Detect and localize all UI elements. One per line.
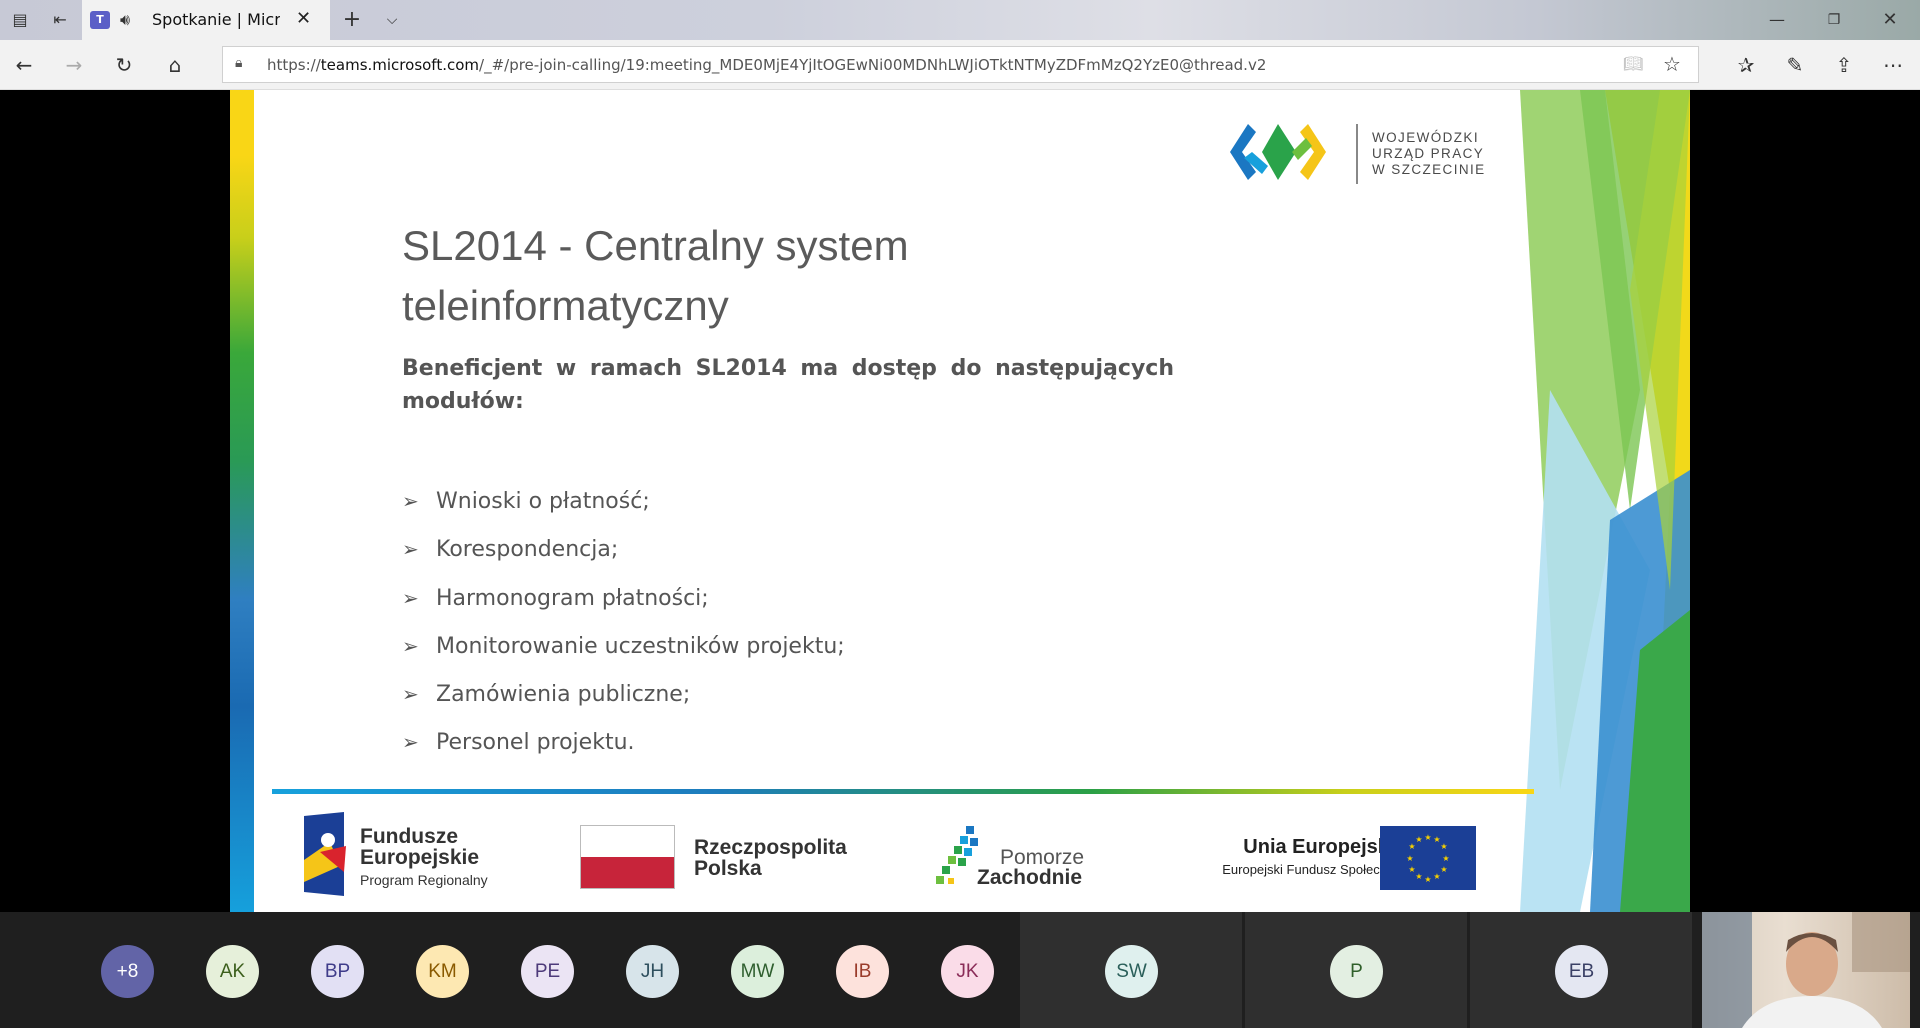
restore-icon[interactable]: ❐ [1822,8,1846,32]
home-icon[interactable]: ⌂ [162,52,188,78]
tab-overview-icon[interactable]: ▤ [8,8,32,32]
slide-subtitle: Beneficjent w ramach SL2014 ma dostęp do… [402,356,1174,414]
participant-avatar[interactable]: PE [521,945,574,998]
svg-text:★: ★ [1408,865,1415,874]
forward-icon[interactable]: → [61,52,87,78]
wup-logo-text: WOJEWÓDZKI URZĄD PRACY W SZCZECINIE [1372,130,1486,177]
list-item: ➢ Monitorowanie uczestników projektu; [402,622,845,670]
polish-flag [580,825,675,889]
share-icon[interactable]: ⇪ [1831,52,1857,78]
teams-icon: T [90,11,110,29]
tab-title: Spotkanie | Microsoft Teams [152,10,280,29]
list-item: ➢ Personel projektu. [402,718,845,766]
ue-subtitle: Europejski Fundusz Społeczny [1222,862,1400,877]
more-participants-button[interactable]: +8 [101,945,154,998]
svg-text:★: ★ [1442,854,1449,863]
video-person [1702,912,1910,1028]
participant-avatar[interactable]: MW [731,945,784,998]
arrow-bullet-icon: ➢ [402,585,419,610]
svg-text:★: ★ [1415,835,1422,844]
lock-icon: 🔒︎ [235,55,243,71]
eu-flag: ★ ★★ ★★★ ★★★ ★★★ [1380,826,1476,890]
shared-screen: WOJEWÓDZKI URZĄD PRACY W SZCZECINIE SL20… [0,90,1920,912]
module-list: ➢ Wnioski o płatność; ➢ Korespondencja; ➢ H… [402,477,845,767]
refresh-icon[interactable]: ↻ [111,52,137,78]
arrow-bullet-icon: ➢ [402,730,419,755]
minimize-icon[interactable]: — [1765,8,1789,32]
new-tab-icon[interactable]: + [340,8,364,32]
svg-text:★: ★ [1415,872,1422,881]
fe-subtitle: Program Regionalny [360,872,488,888]
participant-video[interactable] [1702,912,1910,1028]
participant-avatar[interactable]: JK [941,945,994,998]
svg-text:★: ★ [1424,875,1431,884]
browser-tab-bar: ▤ ⇤ T 🔊︎ Spotkanie | Microsoft Teams ✕ +… [0,0,1920,40]
footer-divider [272,789,1534,794]
close-tab-icon[interactable]: ✕ [296,8,311,29]
participant-avatar[interactable]: SW [1105,945,1158,998]
svg-text:★: ★ [1440,842,1447,851]
presentation-slide: WOJEWÓDZKI URZĄD PRACY W SZCZECINIE SL20… [230,90,1690,912]
more-icon[interactable]: ⋯ [1880,52,1906,78]
svg-text:★: ★ [1433,872,1440,881]
zachodnie-text: Zachodnie [977,866,1083,889]
list-item: ➢ Harmonogram płatności; [402,574,845,622]
participant-avatar[interactable]: IB [836,945,889,998]
svg-text:★: ★ [1440,865,1447,874]
participant-bar: +8 AK BP KM PE JH MW IB JK SW P EB [0,912,1920,1028]
arrow-bullet-icon: ➢ [402,489,419,513]
url-text: https://teams.microsoft.com/_#/pre-join-… [267,56,1267,74]
participant-avatar[interactable]: JH [626,945,679,998]
participant-avatar[interactable]: BP [311,945,364,998]
rzeczpospolita-text: Rzeczpospolita Polska [694,836,847,880]
close-window-icon[interactable]: ✕ [1878,8,1902,32]
tab-teams-meeting[interactable]: T 🔊︎ Spotkanie | Microsoft Teams ✕ [82,0,330,40]
slide-title: SL2014 - Centralny system teleinformatyc… [402,222,909,329]
participant-avatar[interactable]: EB [1555,945,1608,998]
arrow-bullet-icon: ➢ [402,537,419,562]
speaker-icon[interactable]: 🔊︎ [120,10,130,30]
participant-avatar[interactable]: KM [416,945,469,998]
svg-text:★: ★ [1424,833,1431,842]
pen-icon[interactable]: ✎ [1782,52,1808,78]
participant-avatar[interactable]: P [1330,945,1383,998]
favorite-star-icon[interactable]: ☆ [1663,52,1681,76]
gradient-strip [230,90,254,912]
list-item: ➢ Korespondencja; [402,525,845,573]
svg-text:★: ★ [1406,854,1413,863]
arrow-bullet-icon: ➢ [402,682,419,707]
back-icon[interactable]: ← [11,52,37,78]
list-item: ➢ Zamówienia publiczne; [402,670,845,718]
reading-view-icon[interactable]: 📖︎ [1623,54,1643,73]
fe-title: Fundusze Europejskie [360,825,480,869]
ue-title: Unia Europejska [1243,836,1400,858]
arrow-bullet-icon: ➢ [402,633,419,658]
browser-toolbar: ← → ↻ ⌂ 🔒︎ https://teams.microsoft.com/_… [0,40,1920,90]
chevron-down-icon[interactable]: ⌵ [380,8,404,32]
favorites-icon[interactable]: ✰ [1733,52,1759,78]
decorative-shapes [1520,90,1690,912]
address-bar[interactable]: 🔒︎ https://teams.microsoft.com/_#/pre-jo… [222,46,1699,83]
fundusze-europejskie-logo [304,812,346,896]
list-item: ➢ Wnioski o płatność; [402,477,845,525]
set-tabs-aside-icon[interactable]: ⇤ [48,8,72,32]
participant-avatar[interactable]: AK [206,945,259,998]
